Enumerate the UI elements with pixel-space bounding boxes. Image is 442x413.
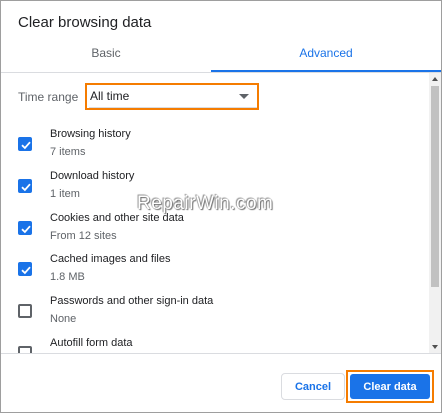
time-range-value: All time: [90, 89, 130, 103]
scroll-down-arrow-icon[interactable]: [432, 345, 438, 349]
item-subtitle: None: [50, 313, 77, 325]
checkbox-checked[interactable]: [18, 262, 32, 276]
checkbox-checked[interactable]: [18, 221, 32, 235]
time-range-select[interactable]: All time: [89, 85, 257, 108]
checkbox-checked[interactable]: [18, 137, 32, 151]
scrollbar-thumb[interactable]: [431, 86, 439, 287]
cancel-button[interactable]: Cancel: [281, 373, 345, 400]
item-title: Download history: [50, 170, 135, 182]
check-icon: [21, 225, 31, 234]
check-icon: [21, 141, 31, 150]
time-range-label: Time range: [18, 90, 79, 104]
item-subtitle: 1.8 MB: [50, 271, 85, 283]
checkbox-checked[interactable]: [18, 179, 32, 193]
dialog-title: Clear browsing data: [18, 14, 152, 31]
checkbox-unchecked[interactable]: [18, 346, 32, 353]
watermark: RepairWin.com: [137, 193, 274, 214]
tab-bar: Basic Advanced: [1, 41, 441, 73]
item-cached-images[interactable]: Cached images and files 1.8 MB: [1, 253, 429, 293]
dropdown-arrow-icon: [239, 94, 249, 99]
scrollbar[interactable]: [429, 73, 441, 353]
item-title: Browsing history: [50, 128, 131, 140]
tab-advanced[interactable]: Advanced: [211, 41, 441, 73]
check-icon: [21, 183, 31, 192]
item-subtitle: From 12 sites: [50, 230, 117, 242]
clear-data-button[interactable]: Clear data: [350, 374, 430, 399]
item-subtitle: 1 item: [50, 188, 80, 200]
tab-basic[interactable]: Basic: [1, 41, 211, 73]
checkbox-unchecked[interactable]: [18, 304, 32, 318]
item-title: Autofill form data: [50, 337, 133, 349]
item-title: Passwords and other sign-in data: [50, 295, 214, 307]
item-subtitle: 7 items: [50, 146, 86, 158]
item-passwords[interactable]: Passwords and other sign-in data None: [1, 295, 429, 335]
item-browsing-history[interactable]: Browsing history 7 items: [1, 128, 429, 168]
scroll-up-arrow-icon[interactable]: [432, 77, 438, 81]
check-icon: [21, 266, 31, 275]
clear-browsing-data-dialog: Clear browsing data Basic Advanced Time …: [0, 0, 442, 413]
item-title: Cached images and files: [50, 253, 171, 265]
item-autofill[interactable]: Autofill form data: [1, 337, 429, 353]
footer-divider: [1, 353, 441, 354]
item-cookies[interactable]: Cookies and other site data From 12 site…: [1, 212, 429, 252]
